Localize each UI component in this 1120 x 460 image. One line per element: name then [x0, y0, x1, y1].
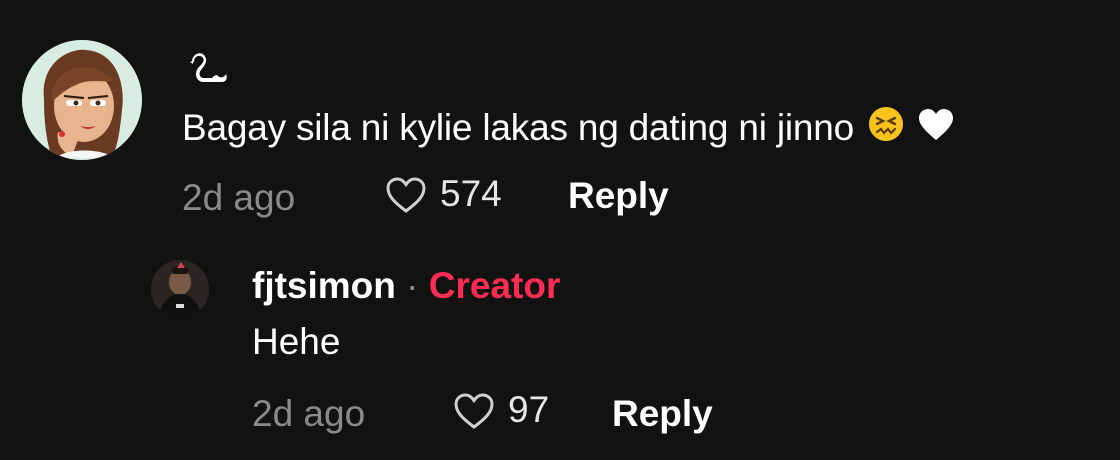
creator-badge: Creator	[428, 265, 561, 306]
reply-button[interactable]: Reply	[612, 392, 713, 436]
like-count: 97	[508, 389, 550, 430]
confounded-face-emoji-icon	[868, 106, 904, 154]
cartoon-woman-avatar-icon	[22, 40, 142, 160]
comment-body: Bagay sila ni kylie lakas ng dating ni j…	[182, 107, 854, 148]
reply-author: fjtsimon · Creator	[252, 262, 560, 310]
like-button[interactable]	[452, 390, 496, 437]
white-heart-emoji-icon	[918, 106, 954, 154]
heart-outline-icon	[386, 177, 426, 213]
comment-timestamp: 2d ago	[182, 177, 296, 218]
creator-avatar-icon	[151, 260, 209, 318]
avatar[interactable]	[151, 260, 209, 318]
heart-outline-icon	[454, 393, 494, 429]
reply-timestamp: 2d ago	[252, 393, 366, 434]
reply-text: Hehe	[252, 321, 341, 362]
separator-dot: ·	[406, 265, 419, 306]
username[interactable]: fjtsimon	[252, 265, 396, 306]
like-button[interactable]	[384, 174, 428, 221]
avatar[interactable]	[22, 40, 142, 160]
reply-button[interactable]: Reply	[568, 174, 669, 218]
like-count: 574	[440, 173, 502, 214]
swan-icon[interactable]	[184, 52, 230, 92]
comment-text: Bagay sila ni kylie lakas ng dating ni j…	[182, 104, 954, 154]
